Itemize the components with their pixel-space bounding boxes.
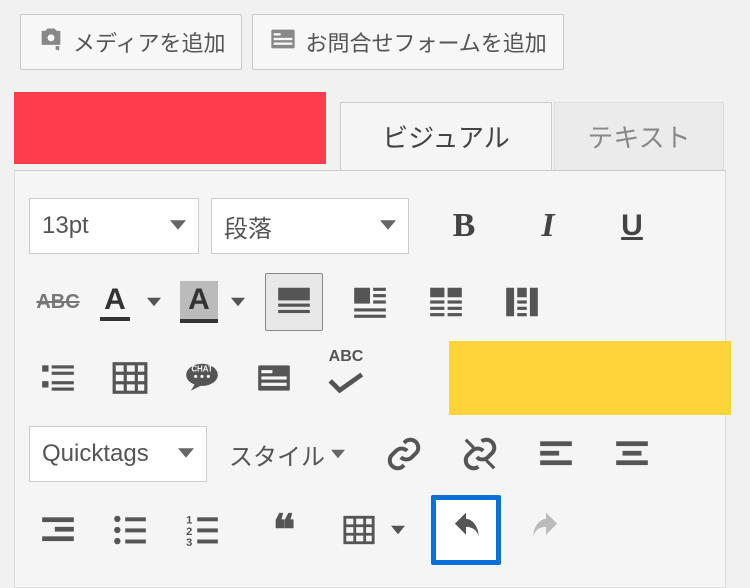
bullet-list-button[interactable] <box>101 501 159 559</box>
chat-bubble-button[interactable]: CHAT <box>173 349 231 407</box>
spellcheck-icon: ABC <box>327 349 365 407</box>
table-dropdown-button[interactable] <box>337 502 415 558</box>
align-right-button[interactable] <box>29 501 87 559</box>
align-right-icon <box>39 511 77 549</box>
spellcheck-button[interactable]: ABC <box>317 349 375 407</box>
bold-button[interactable]: B <box>435 197 493 255</box>
strikethrough-icon: ABC <box>36 291 79 314</box>
form-icon <box>269 25 297 59</box>
add-media-label: メディアを追加 <box>73 26 225 58</box>
font-size-value: 13pt <box>42 212 89 240</box>
bullet-list-icon <box>111 511 149 549</box>
paragraph-format-select[interactable]: 段落 <box>211 198 409 254</box>
text-color-icon: A <box>100 283 130 321</box>
background-color-icon: A <box>180 281 218 323</box>
undo-icon <box>447 511 485 549</box>
align-left-icon <box>537 435 575 473</box>
italic-icon: I <box>541 207 554 245</box>
layout-left-image-button[interactable] <box>341 273 399 331</box>
blockquote-button[interactable]: ❝ <box>255 501 313 559</box>
table-dropdown-caret[interactable] <box>381 502 415 558</box>
camera-music-icon <box>37 25 65 59</box>
add-contact-form-button[interactable]: お問合せフォームを追加 <box>252 14 563 70</box>
insert-link-button[interactable] <box>375 425 433 483</box>
paragraph-format-value: 段落 <box>224 209 272 244</box>
layout-left-image-icon <box>351 283 389 321</box>
underline-icon: U <box>621 209 643 243</box>
style-value: スタイル <box>229 437 325 472</box>
unlink-icon <box>461 435 499 473</box>
chevron-down-icon <box>331 440 345 468</box>
layout-three-col-button[interactable] <box>493 273 551 331</box>
text-color-dropdown[interactable] <box>137 274 171 330</box>
definition-list-button[interactable] <box>29 349 87 407</box>
underline-button[interactable]: U <box>603 197 661 255</box>
layout-two-col-icon <box>427 283 465 321</box>
table-grid-icon <box>342 513 376 547</box>
layout-two-col-button[interactable] <box>417 273 475 331</box>
align-center-button[interactable] <box>603 425 661 483</box>
add-contact-form-label: お問合せフォームを追加 <box>305 26 546 58</box>
chevron-down-icon <box>170 212 186 240</box>
chevron-down-icon <box>380 212 396 240</box>
tab-text[interactable]: テキスト <box>554 102 724 170</box>
table-icon <box>111 359 149 397</box>
redo-button[interactable] <box>517 501 575 559</box>
background-color-dropdown[interactable] <box>221 274 255 330</box>
chat-bubble-icon: CHAT <box>183 359 221 397</box>
unlink-button[interactable] <box>451 425 509 483</box>
italic-button[interactable]: I <box>519 197 577 255</box>
tab-text-label: テキスト <box>587 118 690 155</box>
layout-three-col-icon <box>503 283 541 321</box>
link-icon <box>385 435 423 473</box>
font-size-select[interactable]: 13pt <box>29 198 199 254</box>
card-block-icon <box>255 359 293 397</box>
quicktags-value: Quicktags <box>42 440 149 468</box>
undo-button[interactable] <box>431 495 501 565</box>
background-color-button[interactable]: A <box>177 274 255 330</box>
redacted-block-left <box>14 92 326 164</box>
editor-toolbar: 13pt 段落 B I U ABC A A <box>14 170 726 588</box>
layout-full-button[interactable] <box>265 273 323 331</box>
card-block-button[interactable] <box>245 349 303 407</box>
bold-icon: B <box>453 207 476 245</box>
insert-table-button[interactable] <box>101 349 159 407</box>
layout-full-icon <box>275 283 313 321</box>
text-color-button[interactable]: A <box>93 274 171 330</box>
quicktags-select[interactable]: Quicktags <box>29 426 207 482</box>
align-left-button[interactable] <box>527 425 585 483</box>
numbered-list-button[interactable]: 123 <box>173 501 231 559</box>
tab-visual-label: ビジュアル <box>382 118 509 155</box>
redacted-block-yellow <box>449 341 731 415</box>
quote-icon: ❝ <box>273 505 296 555</box>
definition-list-icon <box>39 359 77 397</box>
numbered-list-icon: 123 <box>183 511 221 549</box>
chevron-down-icon <box>178 440 194 468</box>
svg-text:3: 3 <box>186 537 192 549</box>
tab-visual[interactable]: ビジュアル <box>340 102 552 170</box>
style-select[interactable]: スタイル <box>223 437 351 472</box>
redo-icon <box>527 511 565 549</box>
align-center-icon <box>613 435 651 473</box>
svg-text:CHAT: CHAT <box>191 365 213 374</box>
strikethrough-button[interactable]: ABC <box>29 273 87 331</box>
add-media-button[interactable]: メディアを追加 <box>20 14 242 70</box>
